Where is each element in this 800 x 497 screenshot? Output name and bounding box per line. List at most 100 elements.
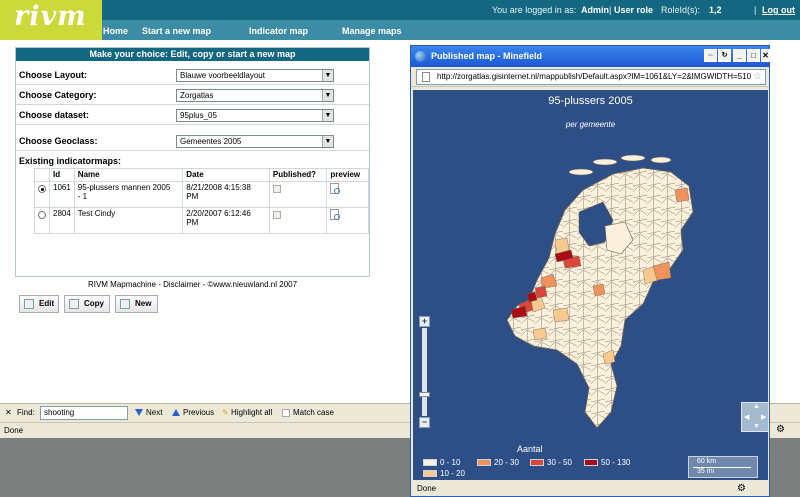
rivm-logo[interactable]: rivm	[0, 0, 102, 40]
island-ameland	[650, 156, 672, 164]
nav-home[interactable]: Home	[103, 26, 128, 36]
legend-item: 10 - 20	[423, 469, 465, 478]
pan-up-icon[interactable]: ▲	[753, 403, 760, 410]
firefox-icon	[415, 51, 426, 62]
find-label: Find:	[17, 408, 35, 417]
url-field[interactable]: http://zorgatlas.gisinternet.nl/mappubli…	[416, 69, 766, 85]
row-radio[interactable]	[38, 211, 46, 219]
row-radio[interactable]	[38, 185, 46, 193]
role-label: User role	[614, 5, 654, 15]
close-button[interactable]: ✕	[761, 49, 770, 62]
pan-down-icon[interactable]: ▼	[753, 423, 760, 430]
layout-select[interactable]: Blauwe voorbeeldlayout ▼	[176, 69, 334, 82]
dataset-label: Choose dataset:	[19, 110, 90, 120]
match-case-checkbox[interactable]: Match case	[282, 408, 334, 417]
copy-button[interactable]: Copy	[64, 295, 110, 313]
logged-in-prefix: You are logged in as:	[492, 5, 577, 15]
published-checkbox[interactable]	[272, 211, 281, 219]
pan-control[interactable]: ▲ ◀ ▶ ▼	[741, 402, 768, 432]
panel-title: Make your choice: Edit, copy or start a …	[16, 48, 369, 61]
legend-swatch	[423, 470, 437, 478]
window-title-bar[interactable]: Published map - Minefield ⇔ ↻ _ □ ✕	[411, 46, 770, 67]
page-footer: RIVM Mapmachine - Disclaimer - ©www.nieu…	[87, 280, 298, 289]
addon-icon: ⚙	[776, 424, 785, 435]
highlighter-icon: ✎	[222, 408, 229, 417]
bookmark-star-icon[interactable]: ☆	[753, 70, 762, 84]
col-name: Name	[73, 168, 184, 182]
find-input[interactable]: shooting	[40, 406, 128, 420]
chevron-down-icon[interactable]: ▼	[322, 70, 333, 81]
layout-row: Choose Layout: Blauwe voorbeeldlayout ▼	[16, 66, 369, 85]
scale-bar: 60 km 35 mi	[688, 456, 758, 478]
geoclass-row: Choose Geoclass: Gemeentes 2005 ▼	[16, 132, 369, 151]
chevron-down-icon[interactable]: ▼	[322, 90, 333, 101]
map-legend: Aantal 0 - 10 10 - 20 20 - 30 30 - 50 50…	[413, 444, 768, 480]
restore-tab-icon[interactable]: ⇔	[704, 49, 717, 62]
legend-item: 0 - 10	[423, 458, 460, 467]
edit-button[interactable]: Edit	[19, 295, 59, 313]
zoom-out-button[interactable]: −	[419, 417, 430, 428]
role-ids: 1,2	[709, 5, 722, 15]
new-button[interactable]: New	[115, 295, 158, 313]
col-published: Published?	[268, 168, 328, 182]
maximize-button[interactable]: □	[747, 49, 760, 62]
legend-swatch	[530, 459, 544, 467]
island-vlieland	[592, 158, 618, 166]
existing-maps-label: Existing indicatormaps:	[19, 156, 122, 166]
dataset-row: Choose dataset: 95plus_05 ▼	[16, 106, 369, 125]
row-id: 2804	[49, 207, 75, 234]
nav-indicator-map[interactable]: Indicator map	[249, 26, 308, 36]
map-view[interactable]: 95-plussers 2005 per gemeente + − ▲ ◀ ▶ …	[413, 90, 768, 480]
pan-left-icon[interactable]: ◀	[744, 413, 749, 421]
published-checkbox[interactable]	[272, 185, 281, 193]
separator: |	[609, 5, 612, 15]
zoom-slider-thumb[interactable]	[419, 392, 430, 397]
pan-right-icon[interactable]: ▶	[761, 413, 766, 421]
reload-icon[interactable]: ↻	[718, 49, 731, 62]
row-name: Test Cindy	[73, 207, 184, 234]
table-header: Id Name Date Published? preview	[34, 168, 369, 182]
logout-link[interactable]: Log out	[762, 5, 795, 15]
netherlands-map[interactable]	[493, 150, 703, 430]
find-previous-button[interactable]: Previous	[172, 408, 214, 417]
table-row[interactable]: 2804 Test Cindy 2/20/2007 6:12:46 PM	[34, 207, 369, 234]
region-10-20	[532, 327, 548, 341]
row-name: 95-plussers mannen 2005- 1	[73, 181, 184, 208]
nav-start-new-map[interactable]: Start a new map	[142, 26, 211, 36]
region-10-20	[552, 307, 570, 323]
popup-status-bar: Done ⚙	[411, 482, 769, 496]
published-map-window: Published map - Minefield ⇔ ↻ _ □ ✕ http…	[410, 45, 770, 497]
legend-swatch	[584, 459, 598, 467]
minimize-button[interactable]: _	[733, 49, 746, 62]
find-next-button[interactable]: Next	[135, 408, 162, 417]
highlight-all-button[interactable]: ✎ Highlight all	[222, 408, 272, 417]
preview-icon[interactable]	[330, 209, 341, 220]
table-row[interactable]: 1061 95-plussers mannen 2005- 1 8/21/200…	[34, 181, 369, 208]
legend-item: 20 - 30	[477, 458, 519, 467]
zoom-slider[interactable]	[419, 328, 430, 416]
copy-icon	[69, 299, 79, 309]
window-title: Published map - Minefield	[431, 51, 543, 61]
chevron-down-icon[interactable]: ▼	[322, 110, 333, 121]
page-icon	[422, 72, 430, 82]
legend-title: Aantal	[517, 444, 543, 454]
preview-icon[interactable]	[330, 183, 341, 194]
role-ids-label: RoleId(s):	[661, 5, 701, 15]
scale-mi: 35 mi	[697, 468, 715, 475]
new-icon	[120, 299, 130, 309]
geoclass-select[interactable]: Gemeentes 2005 ▼	[176, 135, 334, 148]
region-20-30	[592, 283, 606, 297]
maps-table: Id Name Date Published? preview 1061 95-…	[34, 168, 369, 234]
status-text: Done	[4, 426, 24, 435]
chevron-down-icon[interactable]: ▼	[322, 136, 333, 147]
col-date: Date	[182, 168, 270, 182]
nav-manage-maps[interactable]: Manage maps	[342, 26, 402, 36]
category-label: Choose Category:	[19, 90, 97, 100]
separator: |	[754, 5, 757, 15]
legend-swatch	[477, 459, 491, 467]
close-find-icon[interactable]: ✕	[5, 408, 12, 417]
dataset-select[interactable]: 95plus_05 ▼	[176, 109, 334, 122]
category-select[interactable]: Zorgatlas ▼	[176, 89, 334, 102]
region-50-130	[526, 291, 538, 303]
zoom-in-button[interactable]: +	[419, 316, 430, 327]
